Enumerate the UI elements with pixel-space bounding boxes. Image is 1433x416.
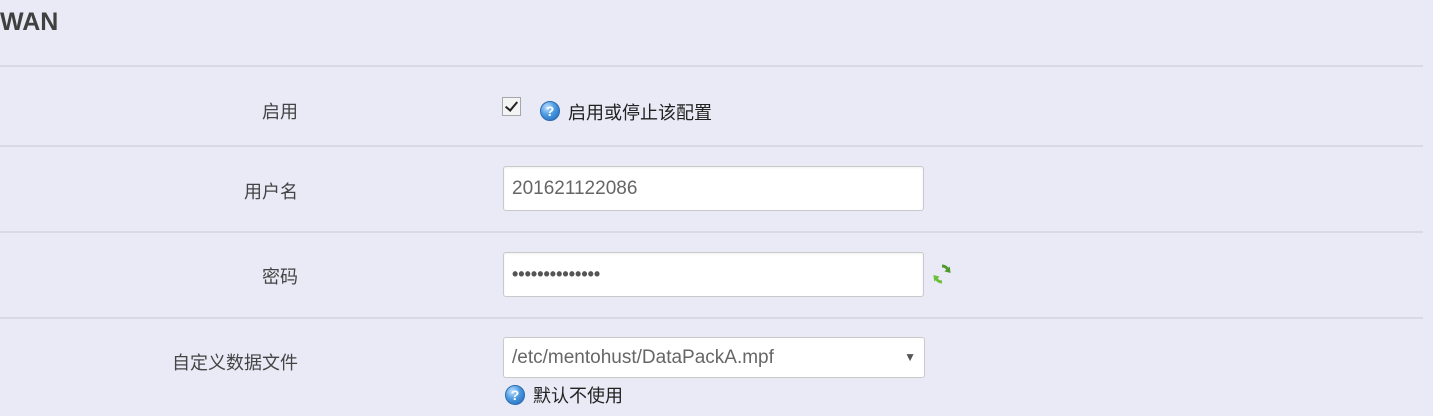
divider <box>0 65 1423 67</box>
help-icon: ? <box>505 385 525 405</box>
divider <box>0 317 1423 319</box>
enable-checkbox[interactable] <box>502 97 521 116</box>
enable-label: 启用 <box>262 102 298 123</box>
wan-config-page: WAN 启用 ? 启用或停止该配置 用户名 201621122086 密码 ••… <box>0 0 1433 416</box>
password-input[interactable]: •••••••••••••• <box>503 252 924 297</box>
chevron-down-icon: ▼ <box>904 350 916 364</box>
refresh-icon[interactable] <box>932 263 952 285</box>
data-file-help-text: 默认不使用 <box>533 386 623 407</box>
data-file-label: 自定义数据文件 <box>172 353 298 374</box>
help-icon: ? <box>540 101 560 121</box>
enable-help-text: 启用或停止该配置 <box>568 103 712 124</box>
username-label: 用户名 <box>244 182 298 203</box>
password-label: 密码 <box>262 267 298 288</box>
data-file-selected-value: /etc/mentohust/DataPackA.mpf <box>512 347 774 368</box>
data-file-select[interactable]: /etc/mentohust/DataPackA.mpf ▼ <box>503 337 925 378</box>
divider <box>0 231 1423 233</box>
section-title: WAN <box>0 8 59 36</box>
divider <box>0 145 1423 147</box>
username-input[interactable]: 201621122086 <box>503 166 924 211</box>
